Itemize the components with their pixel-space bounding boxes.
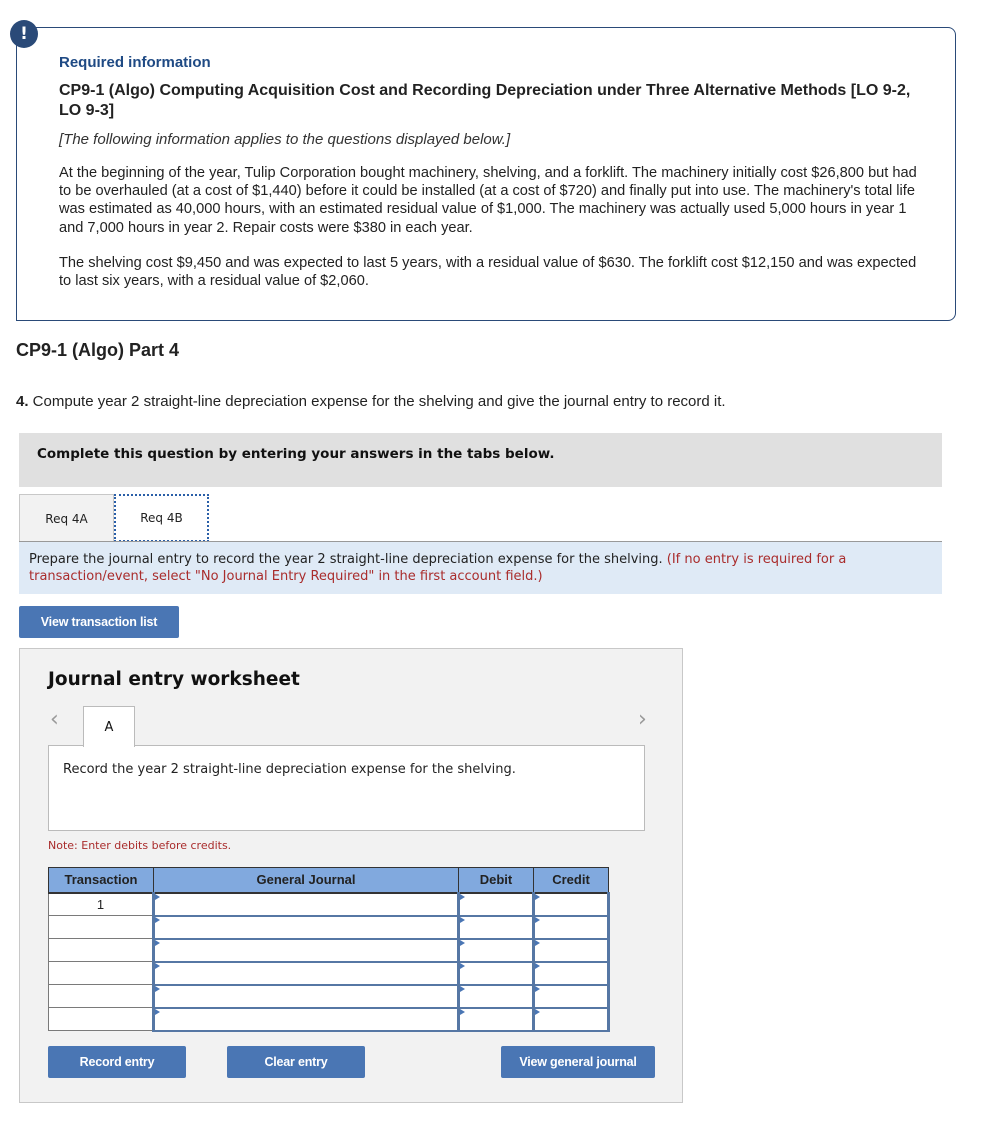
view-general-journal-button[interactable]: View general journal (501, 1046, 655, 1078)
instruction-bar: Complete this question by entering your … (19, 433, 942, 487)
alert-icon: ! (10, 20, 38, 48)
journal-table: Transaction General Journal Debit Credit… (48, 867, 610, 1032)
account-field[interactable] (152, 960, 460, 986)
credit-field[interactable] (532, 1006, 610, 1032)
header-general-journal: General Journal (153, 867, 459, 894)
required-information-content: Required information CP9-1 (Algo) Comput… (59, 53, 919, 290)
problem-paragraph: At the beginning of the year, Tulip Corp… (59, 165, 917, 236)
account-field[interactable] (152, 891, 460, 917)
credit-field[interactable] (532, 914, 610, 940)
entry-description: Record the year 2 straight-line deprecia… (48, 745, 645, 831)
tab-req-4a[interactable]: Req 4A (19, 494, 114, 542)
required-information-panel: Required information CP9-1 (Algo) Comput… (16, 27, 956, 321)
header-credit: Credit (533, 867, 609, 894)
debit-field[interactable] (457, 960, 535, 986)
prompt-text: Prepare the journal entry to record the … (29, 552, 667, 567)
chevron-right-icon[interactable]: › (638, 709, 647, 731)
transaction-number (48, 1007, 154, 1031)
requirement-prompt: Prepare the journal entry to record the … (19, 541, 942, 594)
table-row: 1 (48, 891, 610, 917)
account-field[interactable] (152, 914, 460, 940)
transaction-number (48, 984, 154, 1008)
debit-field[interactable] (457, 891, 535, 917)
question-number: 4. (16, 393, 29, 410)
account-field[interactable] (152, 1006, 460, 1032)
problem-paragraph: The shelving cost $9,450 and was expecte… (59, 254, 917, 290)
transaction-number (48, 938, 154, 962)
header-debit: Debit (458, 867, 534, 894)
journal-entry-worksheet: Journal entry worksheet ‹ A › Record the… (19, 648, 683, 1103)
header-transaction: Transaction (48, 867, 154, 894)
question-text: 4. Compute year 2 straight-line deprecia… (16, 393, 726, 410)
table-row (48, 960, 610, 986)
debit-field[interactable] (457, 914, 535, 940)
requirement-tabs: Req 4A Req 4B (19, 494, 209, 542)
table-row (48, 937, 610, 963)
table-header-row: Transaction General Journal Debit Credit (48, 867, 609, 894)
transaction-number (48, 961, 154, 985)
debit-field[interactable] (457, 983, 535, 1009)
table-row (48, 914, 610, 940)
debit-field[interactable] (457, 1006, 535, 1032)
question-body: Compute year 2 straight-line depreciatio… (28, 393, 726, 410)
tab-req-4b[interactable]: Req 4B (114, 494, 209, 542)
view-transaction-list-button[interactable]: View transaction list (19, 606, 179, 638)
credit-field[interactable] (532, 891, 610, 917)
applies-note: [The following information applies to th… (59, 131, 511, 148)
credit-field[interactable] (532, 937, 610, 963)
account-field[interactable] (152, 983, 460, 1009)
problem-title: CP9-1 (Algo) Computing Acquisition Cost … (59, 82, 911, 119)
debit-field[interactable] (457, 937, 535, 963)
instruction-text: Complete this question by entering your … (37, 446, 555, 462)
credit-field[interactable] (532, 983, 610, 1009)
table-row (48, 983, 610, 1009)
part-title: CP9-1 (Algo) Part 4 (16, 340, 180, 360)
clear-entry-button[interactable]: Clear entry (227, 1046, 365, 1078)
required-information-label: Required information (59, 54, 211, 71)
transaction-number: 1 (48, 892, 154, 916)
record-entry-button[interactable]: Record entry (48, 1046, 186, 1078)
account-field[interactable] (152, 937, 460, 963)
chevron-left-icon[interactable]: ‹ (50, 709, 59, 731)
table-row (48, 1006, 610, 1032)
credit-field[interactable] (532, 960, 610, 986)
transaction-number (48, 915, 154, 939)
debits-note: Note: Enter debits before credits. (48, 839, 232, 852)
entry-tab-a[interactable]: A (83, 706, 135, 747)
worksheet-title: Journal entry worksheet (48, 669, 300, 690)
